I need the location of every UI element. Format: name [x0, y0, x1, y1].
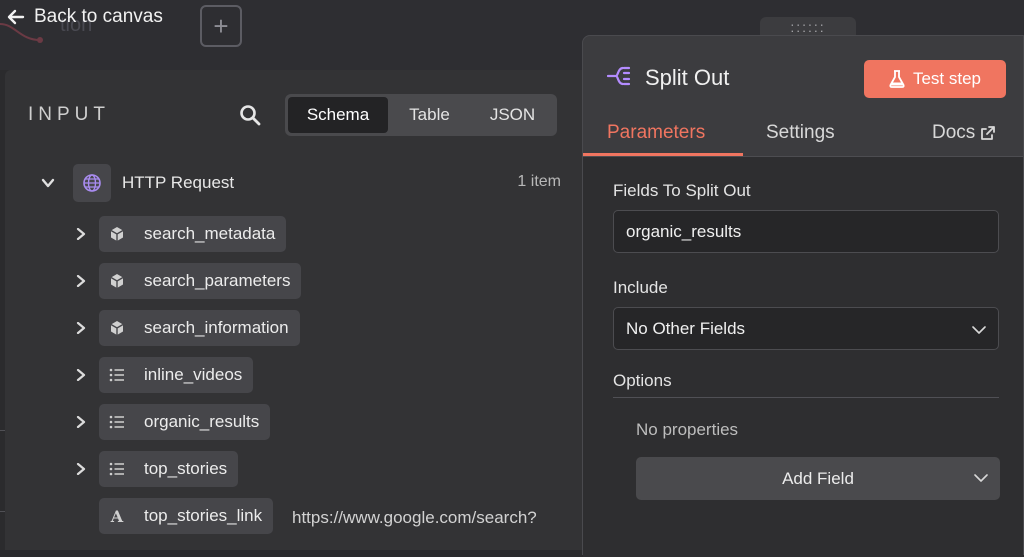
field-pill[interactable]: search_metadata [99, 216, 287, 252]
view-option-json[interactable]: JSON [471, 97, 554, 133]
field-label: organic_results [144, 412, 260, 431]
fields-to-split-value: organic_results [626, 221, 742, 241]
field-pill[interactable]: organic_results [99, 404, 271, 440]
field-label: search_metadata [144, 224, 276, 243]
parameters-panel: Split Out Test step Parameters Settings … [582, 35, 1024, 557]
search-icon[interactable] [239, 104, 261, 126]
list-icon [108, 460, 126, 478]
field-label: inline_videos [144, 365, 243, 384]
schema-root-row[interactable]: HTTP Request 1 item [41, 164, 561, 202]
test-step-button[interactable]: Test step [864, 60, 1006, 98]
chevron-right-icon[interactable] [75, 416, 87, 428]
panel-tabs: Parameters Settings Docs [583, 114, 1023, 157]
field-label: top_stories [144, 459, 228, 478]
flask-icon [889, 70, 905, 88]
schema-field-row[interactable]: inline_videos [75, 357, 254, 393]
options-divider [613, 397, 999, 398]
chevron-right-icon[interactable] [75, 228, 87, 240]
arrow-left-icon [7, 9, 25, 25]
parameters-content: Fields To Split Out organic_results Incl… [583, 157, 1023, 557]
input-panel-title: INPUT [28, 104, 110, 125]
tab-docs[interactable]: Docs [932, 122, 996, 144]
add-field-label: Add Field [782, 468, 854, 488]
globe-icon [73, 164, 111, 202]
chevron-down-icon [972, 326, 986, 334]
tab-settings[interactable]: Settings [766, 122, 835, 144]
chevron-right-icon[interactable] [75, 463, 87, 475]
item-count: 1 item [517, 173, 561, 190]
chevron-down-icon [974, 474, 988, 482]
fields-to-split-label: Fields To Split Out [613, 181, 751, 200]
input-panel: INPUT Schema Table JSON HTTP Request 1 i… [5, 70, 605, 550]
field-pill[interactable]: top_stories [99, 451, 239, 487]
include-select[interactable]: No Other Fields [613, 307, 999, 350]
field-label: search_information [144, 318, 289, 337]
drag-dots-icon: :::::: [790, 19, 826, 35]
node-title: Split Out [645, 65, 730, 90]
chevron-right-icon[interactable] [75, 275, 87, 287]
field-pill[interactable]: inline_videos [99, 357, 254, 393]
cube-icon [108, 225, 126, 243]
split-out-icon [607, 66, 631, 86]
schema-field-row[interactable]: top_stories [75, 451, 239, 487]
view-mode-toggle: Schema Table JSON [285, 94, 557, 136]
chevron-right-icon[interactable] [75, 322, 87, 334]
chevron-right-icon[interactable] [75, 369, 87, 381]
field-label: search_parameters [144, 271, 291, 290]
add-field-button[interactable]: Add Field [636, 457, 1000, 500]
schema-field-row[interactable]: A top_stories_link [99, 498, 274, 534]
back-to-canvas-button[interactable]: Back to canvas [6, 6, 163, 28]
back-to-canvas-label: Back to canvas [34, 6, 163, 27]
schema-field-row[interactable]: search_metadata [75, 216, 287, 252]
external-link-icon [981, 126, 996, 140]
tab-docs-label: Docs [932, 122, 976, 143]
field-pill[interactable]: A top_stories_link [99, 498, 274, 534]
field-label: top_stories_link [144, 506, 263, 525]
field-pill[interactable]: search_parameters [99, 263, 302, 299]
text-type-icon: A [110, 506, 124, 526]
active-tab-indicator [583, 153, 743, 156]
cube-icon [108, 272, 126, 290]
chevron-down-icon[interactable] [41, 176, 55, 190]
fields-to-split-input[interactable]: organic_results [613, 210, 999, 253]
tab-parameters[interactable]: Parameters [607, 122, 705, 144]
view-option-schema[interactable]: Schema [288, 97, 388, 133]
include-value: No Other Fields [626, 318, 746, 338]
no-properties-text: No properties [636, 420, 739, 439]
options-label: Options [613, 371, 672, 390]
add-node-button[interactable]: + [200, 5, 242, 47]
test-step-label: Test step [912, 69, 982, 88]
field-pill[interactable]: search_information [99, 310, 300, 346]
schema-field-row[interactable]: search_information [75, 310, 300, 346]
plus-icon: + [213, 10, 229, 41]
list-icon [108, 366, 126, 384]
field-value: https://www.google.com/search? [292, 508, 537, 527]
schema-field-row[interactable]: search_parameters [75, 263, 302, 299]
view-option-table[interactable]: Table [388, 97, 471, 133]
schema-field-row[interactable]: organic_results [75, 404, 271, 440]
root-node-label: HTTP Request [122, 173, 235, 192]
cube-icon [108, 319, 126, 337]
include-label: Include [613, 278, 668, 297]
list-icon [108, 413, 126, 431]
